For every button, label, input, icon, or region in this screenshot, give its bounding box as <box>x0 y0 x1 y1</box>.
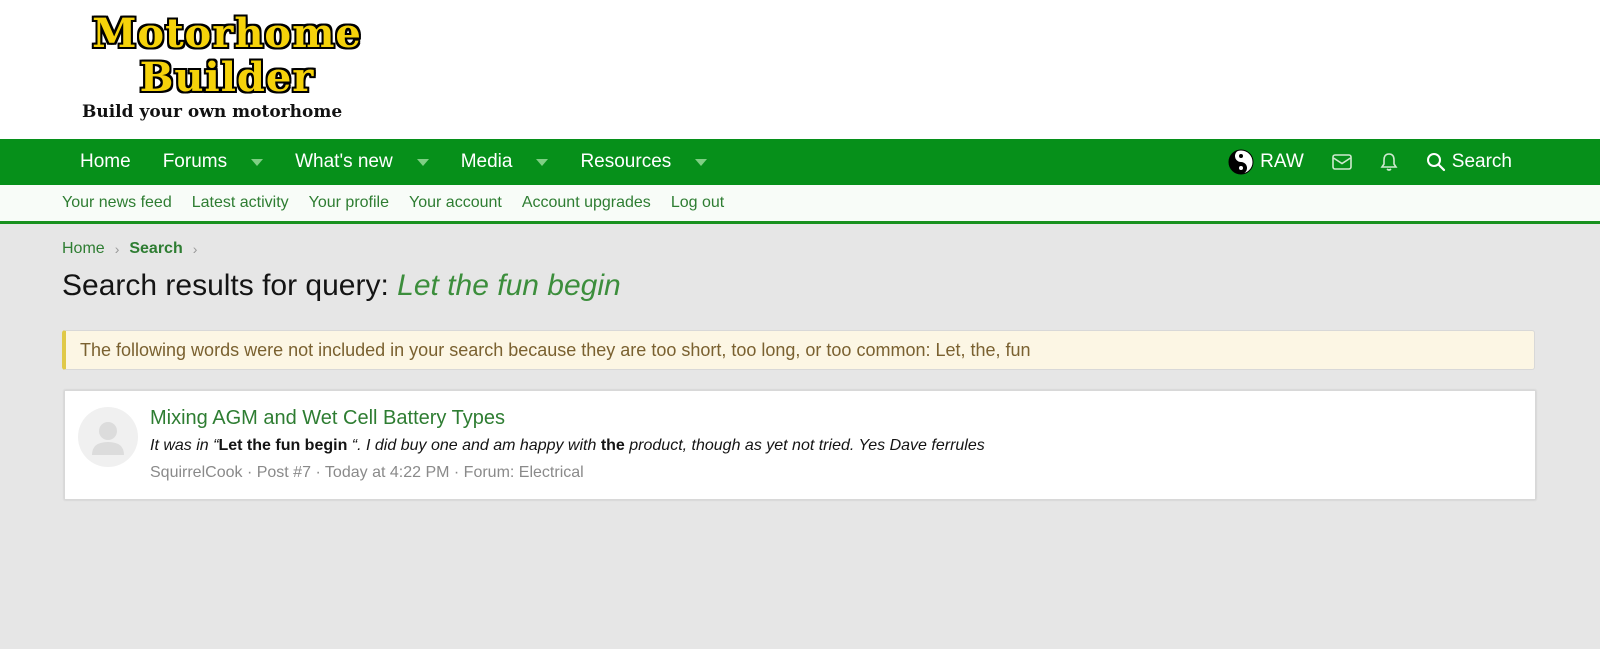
subnav-log-out[interactable]: Log out <box>671 194 724 212</box>
yin-yang-avatar-icon <box>1228 149 1254 175</box>
nav-item-resources[interactable]: Resources <box>564 139 723 185</box>
meta-separator: · <box>315 464 325 481</box>
nav-item-label: What's new <box>295 151 393 172</box>
chevron-down-icon[interactable] <box>536 158 549 166</box>
page-title-prefix: Search results for query: <box>62 269 389 302</box>
subnav-account-upgrades[interactable]: Account upgrades <box>522 194 651 212</box>
notice-text: The following words were not included in… <box>80 339 1031 360</box>
username: RAW <box>1260 151 1304 172</box>
breadcrumb-home[interactable]: Home <box>62 240 105 258</box>
meta-separator: · <box>453 464 464 481</box>
user-menu-button[interactable]: RAW <box>1214 139 1318 185</box>
user-avatar-icon <box>92 422 124 455</box>
page-title: Search results for query: Let the fun be… <box>62 269 621 303</box>
subnav-news-feed[interactable]: Your news feed <box>62 194 172 212</box>
site-logo[interactable]: Motorhome Builder Build your own motorho… <box>82 10 372 130</box>
search-notice: The following words were not included in… <box>62 330 1535 370</box>
search-results-block: Mixing AGM and Wet Cell Battery Types It… <box>64 390 1536 500</box>
snippet-highlight: Let the fun begin <box>218 437 348 454</box>
subnav-latest-activity[interactable]: Latest activity <box>192 194 289 212</box>
result-snippet: It was in “Let the fun begin “. I did bu… <box>150 437 985 455</box>
subnav-your-account[interactable]: Your account <box>409 194 502 212</box>
nav-item-label: Forums <box>162 151 228 172</box>
nav-user-area: RAW Search <box>1214 139 1526 185</box>
nav-item-label: Media <box>460 151 513 172</box>
nav-item-home[interactable]: Home <box>64 139 147 185</box>
nav-item-whats-new[interactable]: What's new <box>279 139 445 185</box>
snippet-text: It was in “ <box>150 437 219 454</box>
bell-icon <box>1380 153 1398 171</box>
site-header: Motorhome Builder Build your own motorho… <box>0 0 1600 139</box>
snippet-text: “. I did buy one and am happy with <box>347 437 601 454</box>
search-button[interactable]: Search <box>1412 139 1526 185</box>
chevron-right-icon: › <box>114 241 120 257</box>
nav-item-media[interactable]: Media <box>445 139 565 185</box>
chevron-down-icon[interactable] <box>251 158 264 166</box>
sub-navigation: Your news feed Latest activity Your prof… <box>0 185 1600 224</box>
result-title-link[interactable]: Mixing AGM and Wet Cell Battery Types <box>150 407 505 430</box>
nav-item-label: Home <box>80 151 131 172</box>
envelope-icon <box>1331 154 1352 170</box>
result-forum-link[interactable]: Forum: Electrical <box>464 464 584 481</box>
meta-separator: · <box>246 464 257 481</box>
logo-tagline: Build your own motorhome <box>82 102 343 122</box>
logo-line-2: Builder <box>139 54 315 101</box>
chevron-down-icon[interactable] <box>416 158 429 166</box>
nav-tabs: Home Forums What's new Media Resources <box>64 139 723 185</box>
logo-line-1: Motorhome <box>92 10 362 57</box>
main-navbar: Home Forums What's new Media Resources R… <box>0 139 1600 185</box>
avatar[interactable] <box>78 407 138 467</box>
search-query: Let the fun begin <box>397 269 621 302</box>
result-post-number: Post #7 <box>256 464 311 481</box>
chevron-right-icon: › <box>192 241 198 257</box>
subnav-your-profile[interactable]: Your profile <box>309 194 389 212</box>
result-meta: SquirrelCook · Post #7 · Today at 4:22 P… <box>150 464 584 482</box>
snippet-highlight: the <box>600 437 625 454</box>
result-author-link[interactable]: SquirrelCook <box>150 464 242 481</box>
alerts-button[interactable] <box>1366 139 1412 185</box>
inbox-button[interactable] <box>1318 139 1366 185</box>
search-icon <box>1426 153 1445 172</box>
search-label: Search <box>1451 151 1512 172</box>
result-timestamp: Today at 4:22 PM <box>324 464 450 481</box>
nav-item-forums[interactable]: Forums <box>147 139 279 185</box>
nav-item-label: Resources <box>580 151 672 172</box>
snippet-text: product, though as yet not tried. Yes Da… <box>624 437 985 454</box>
chevron-down-icon[interactable] <box>695 158 708 166</box>
breadcrumb: Home › Search › <box>62 240 207 258</box>
breadcrumb-search[interactable]: Search <box>129 240 182 258</box>
